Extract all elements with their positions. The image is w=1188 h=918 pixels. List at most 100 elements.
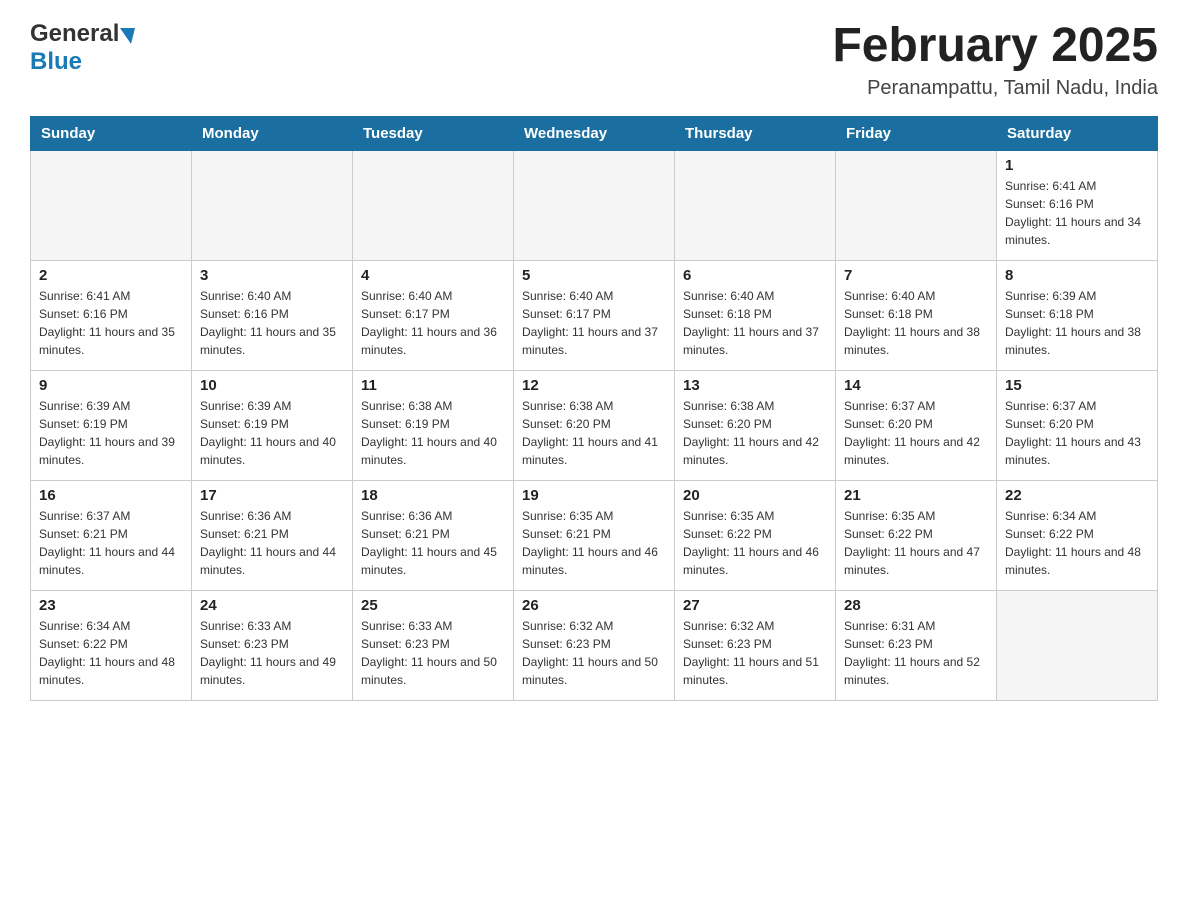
day-of-week-header: Tuesday — [353, 116, 514, 150]
calendar-week-row: 9 Sunrise: 6:39 AM Sunset: 6:19 PM Daylig… — [31, 370, 1158, 480]
day-of-week-header: Monday — [192, 116, 353, 150]
day-number: 14 — [844, 377, 988, 394]
calendar-day-cell: 15 Sunrise: 6:37 AM Sunset: 6:20 PM Dayli… — [997, 370, 1158, 480]
calendar-day-cell: 26 Sunrise: 6:32 AM Sunset: 6:23 PM Dayli… — [514, 590, 675, 700]
logo-general: General — [30, 20, 119, 48]
calendar-day-cell: 1Sunrise: 6:41 AM Sunset: 6:16 PM Daylig… — [997, 150, 1158, 260]
day-info: Sunrise: 6:37 AM Sunset: 6:20 PM Dayligh… — [1005, 397, 1149, 469]
day-number: 21 — [844, 487, 988, 504]
calendar-day-cell: 12Sunrise: 6:38 AM Sunset: 6:20 PM Dayli… — [514, 370, 675, 480]
calendar-day-cell — [836, 150, 997, 260]
day-info: Sunrise: 6:37 AM Sunset: 6:21 PM Dayligh… — [39, 507, 183, 579]
calendar-day-cell — [514, 150, 675, 260]
calendar-day-cell: 28 Sunrise: 6:31 AM Sunset: 6:23 PM Dayli… — [836, 590, 997, 700]
logo-arrow-icon — [120, 28, 135, 44]
day-number: 20 — [683, 487, 827, 504]
day-number: 9 — [39, 377, 183, 394]
day-info: Sunrise: 6:34 AM Sunset: 6:22 PM Dayligh… — [1005, 507, 1149, 579]
day-of-week-header: Friday — [836, 116, 997, 150]
day-info: Sunrise: 6:35 AM Sunset: 6:22 PM Dayligh… — [844, 507, 988, 579]
calendar-day-cell: 16 Sunrise: 6:37 AM Sunset: 6:21 PM Dayli… — [31, 480, 192, 590]
day-number: 7 — [844, 267, 988, 284]
day-info: Sunrise: 6:38 AM Sunset: 6:20 PM Dayligh… — [522, 397, 666, 469]
calendar-day-cell: 6Sunrise: 6:40 AM Sunset: 6:18 PM Daylig… — [675, 260, 836, 370]
day-number: 2 — [39, 267, 183, 284]
header: General Blue February 2025 Peranampattu,… — [30, 20, 1158, 100]
logo: General Blue — [30, 20, 135, 76]
calendar-day-cell — [997, 590, 1158, 700]
day-info: Sunrise: 6:39 AM Sunset: 6:18 PM Dayligh… — [1005, 287, 1149, 359]
day-number: 17 — [200, 487, 344, 504]
day-number: 19 — [522, 487, 666, 504]
calendar-week-row: 2 Sunrise: 6:41 AM Sunset: 6:16 PM Daylig… — [31, 260, 1158, 370]
calendar-day-cell: 25 Sunrise: 6:33 AM Sunset: 6:23 PM Dayli… — [353, 590, 514, 700]
day-info: Sunrise: 6:37 AM Sunset: 6:20 PM Dayligh… — [844, 397, 988, 469]
calendar-day-cell: 8 Sunrise: 6:39 AM Sunset: 6:18 PM Daylig… — [997, 260, 1158, 370]
calendar-day-cell: 4Sunrise: 6:40 AM Sunset: 6:17 PM Daylig… — [353, 260, 514, 370]
day-info: Sunrise: 6:41 AM Sunset: 6:16 PM Dayligh… — [39, 287, 183, 359]
day-info: Sunrise: 6:32 AM Sunset: 6:23 PM Dayligh… — [683, 617, 827, 689]
day-number: 18 — [361, 487, 505, 504]
calendar-week-row: 1Sunrise: 6:41 AM Sunset: 6:16 PM Daylig… — [31, 150, 1158, 260]
calendar-header-row: SundayMondayTuesdayWednesdayThursdayFrid… — [31, 116, 1158, 150]
day-number: 25 — [361, 597, 505, 614]
day-of-week-header: Wednesday — [514, 116, 675, 150]
calendar-day-cell — [31, 150, 192, 260]
calendar-week-row: 23 Sunrise: 6:34 AM Sunset: 6:22 PM Dayli… — [31, 590, 1158, 700]
day-info: Sunrise: 6:39 AM Sunset: 6:19 PM Dayligh… — [39, 397, 183, 469]
day-number: 23 — [39, 597, 183, 614]
day-number: 16 — [39, 487, 183, 504]
day-number: 28 — [844, 597, 988, 614]
calendar-day-cell: 11 Sunrise: 6:38 AM Sunset: 6:19 PM Dayli… — [353, 370, 514, 480]
day-number: 10 — [200, 377, 344, 394]
calendar-day-cell: 5 Sunrise: 6:40 AM Sunset: 6:17 PM Daylig… — [514, 260, 675, 370]
day-info: Sunrise: 6:33 AM Sunset: 6:23 PM Dayligh… — [361, 617, 505, 689]
day-info: Sunrise: 6:34 AM Sunset: 6:22 PM Dayligh… — [39, 617, 183, 689]
day-number: 13 — [683, 377, 827, 394]
calendar-day-cell: 13Sunrise: 6:38 AM Sunset: 6:20 PM Dayli… — [675, 370, 836, 480]
day-info: Sunrise: 6:40 AM Sunset: 6:17 PM Dayligh… — [522, 287, 666, 359]
day-number: 6 — [683, 267, 827, 284]
day-info: Sunrise: 6:31 AM Sunset: 6:23 PM Dayligh… — [844, 617, 988, 689]
calendar-day-cell — [192, 150, 353, 260]
day-number: 27 — [683, 597, 827, 614]
day-info: Sunrise: 6:32 AM Sunset: 6:23 PM Dayligh… — [522, 617, 666, 689]
calendar-day-cell: 7 Sunrise: 6:40 AM Sunset: 6:18 PM Daylig… — [836, 260, 997, 370]
day-info: Sunrise: 6:35 AM Sunset: 6:22 PM Dayligh… — [683, 507, 827, 579]
calendar-day-cell: 9 Sunrise: 6:39 AM Sunset: 6:19 PM Daylig… — [31, 370, 192, 480]
calendar-day-cell: 23 Sunrise: 6:34 AM Sunset: 6:22 PM Dayli… — [31, 590, 192, 700]
day-info: Sunrise: 6:33 AM Sunset: 6:23 PM Dayligh… — [200, 617, 344, 689]
day-number: 15 — [1005, 377, 1149, 394]
day-number: 24 — [200, 597, 344, 614]
day-number: 5 — [522, 267, 666, 284]
calendar-day-cell: 19 Sunrise: 6:35 AM Sunset: 6:21 PM Dayli… — [514, 480, 675, 590]
day-of-week-header: Sunday — [31, 116, 192, 150]
calendar-day-cell: 21 Sunrise: 6:35 AM Sunset: 6:22 PM Dayli… — [836, 480, 997, 590]
day-info: Sunrise: 6:40 AM Sunset: 6:16 PM Dayligh… — [200, 287, 344, 359]
day-info: Sunrise: 6:36 AM Sunset: 6:21 PM Dayligh… — [200, 507, 344, 579]
title-area: February 2025 Peranampattu, Tamil Nadu, … — [832, 20, 1158, 100]
calendar-day-cell: 17 Sunrise: 6:36 AM Sunset: 6:21 PM Dayli… — [192, 480, 353, 590]
calendar-day-cell: 3Sunrise: 6:40 AM Sunset: 6:16 PM Daylig… — [192, 260, 353, 370]
day-number: 11 — [361, 377, 505, 394]
calendar-day-cell: 10 Sunrise: 6:39 AM Sunset: 6:19 PM Dayli… — [192, 370, 353, 480]
day-number: 8 — [1005, 267, 1149, 284]
calendar-day-cell — [353, 150, 514, 260]
day-number: 4 — [361, 267, 505, 284]
logo-blue: Blue — [30, 48, 82, 75]
location-title: Peranampattu, Tamil Nadu, India — [832, 77, 1158, 100]
day-info: Sunrise: 6:41 AM Sunset: 6:16 PM Dayligh… — [1005, 177, 1149, 249]
day-of-week-header: Thursday — [675, 116, 836, 150]
calendar-table: SundayMondayTuesdayWednesdayThursdayFrid… — [30, 116, 1158, 701]
day-of-week-header: Saturday — [997, 116, 1158, 150]
day-info: Sunrise: 6:38 AM Sunset: 6:19 PM Dayligh… — [361, 397, 505, 469]
day-info: Sunrise: 6:36 AM Sunset: 6:21 PM Dayligh… — [361, 507, 505, 579]
calendar-day-cell: 22Sunrise: 6:34 AM Sunset: 6:22 PM Dayli… — [997, 480, 1158, 590]
day-info: Sunrise: 6:35 AM Sunset: 6:21 PM Dayligh… — [522, 507, 666, 579]
calendar-day-cell: 2 Sunrise: 6:41 AM Sunset: 6:16 PM Daylig… — [31, 260, 192, 370]
calendar-day-cell: 18 Sunrise: 6:36 AM Sunset: 6:21 PM Dayli… — [353, 480, 514, 590]
day-info: Sunrise: 6:39 AM Sunset: 6:19 PM Dayligh… — [200, 397, 344, 469]
day-info: Sunrise: 6:40 AM Sunset: 6:18 PM Dayligh… — [844, 287, 988, 359]
calendar-week-row: 16 Sunrise: 6:37 AM Sunset: 6:21 PM Dayli… — [31, 480, 1158, 590]
day-number: 26 — [522, 597, 666, 614]
